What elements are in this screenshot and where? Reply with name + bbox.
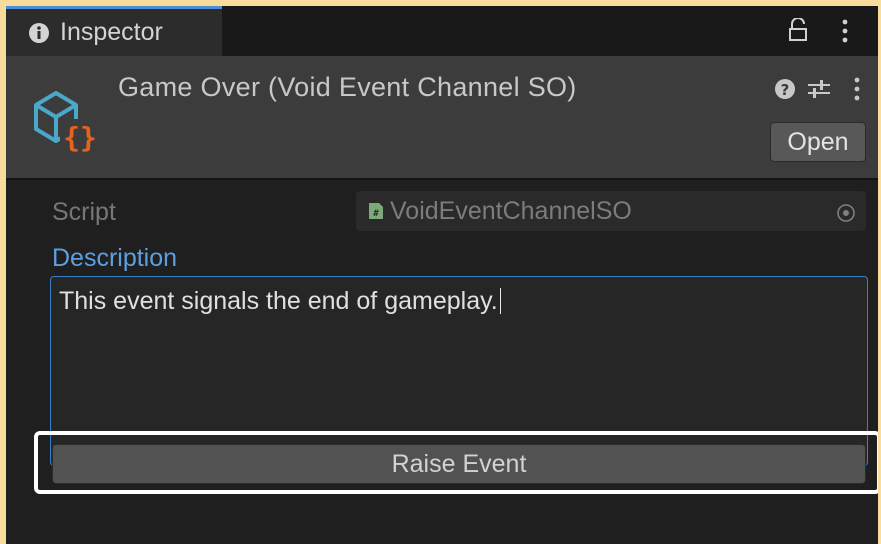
object-picker-icon[interactable] (836, 201, 856, 222)
lock-icon[interactable] (788, 17, 808, 42)
tab-bar: Inspector (6, 6, 878, 56)
info-icon (28, 22, 50, 44)
script-value: VoidEventChannelSO (390, 196, 632, 225)
open-button[interactable]: Open (770, 122, 866, 162)
text-caret (499, 288, 502, 314)
svg-text:?: ? (781, 81, 790, 99)
cs-script-icon: # (368, 202, 384, 220)
description-text: This event signals the end of gameplay. (59, 287, 498, 315)
highlight-box (34, 431, 878, 494)
description-label: Description (52, 244, 178, 272)
tab-label: Inspector (60, 18, 163, 46)
inspector-header: {} Game Over (Void Event Channel SO) ? O… (6, 56, 878, 180)
scriptable-object-icon: {} (30, 83, 102, 155)
kebab-menu-icon[interactable] (840, 18, 850, 44)
presets-icon[interactable] (806, 78, 832, 100)
svg-text:#: # (373, 209, 379, 219)
script-label: Script (52, 198, 116, 226)
inspector-window: Inspector {} Game Over (Void Event Chann… (6, 6, 878, 544)
help-icon[interactable]: ? (774, 78, 796, 100)
kebab-menu-icon[interactable] (852, 76, 862, 102)
svg-text:{}: {} (63, 121, 97, 154)
asset-title: Game Over (Void Event Channel SO) (118, 72, 577, 102)
script-field[interactable]: # VoidEventChannelSO (356, 191, 866, 231)
tab-inspector[interactable]: Inspector (6, 6, 222, 56)
